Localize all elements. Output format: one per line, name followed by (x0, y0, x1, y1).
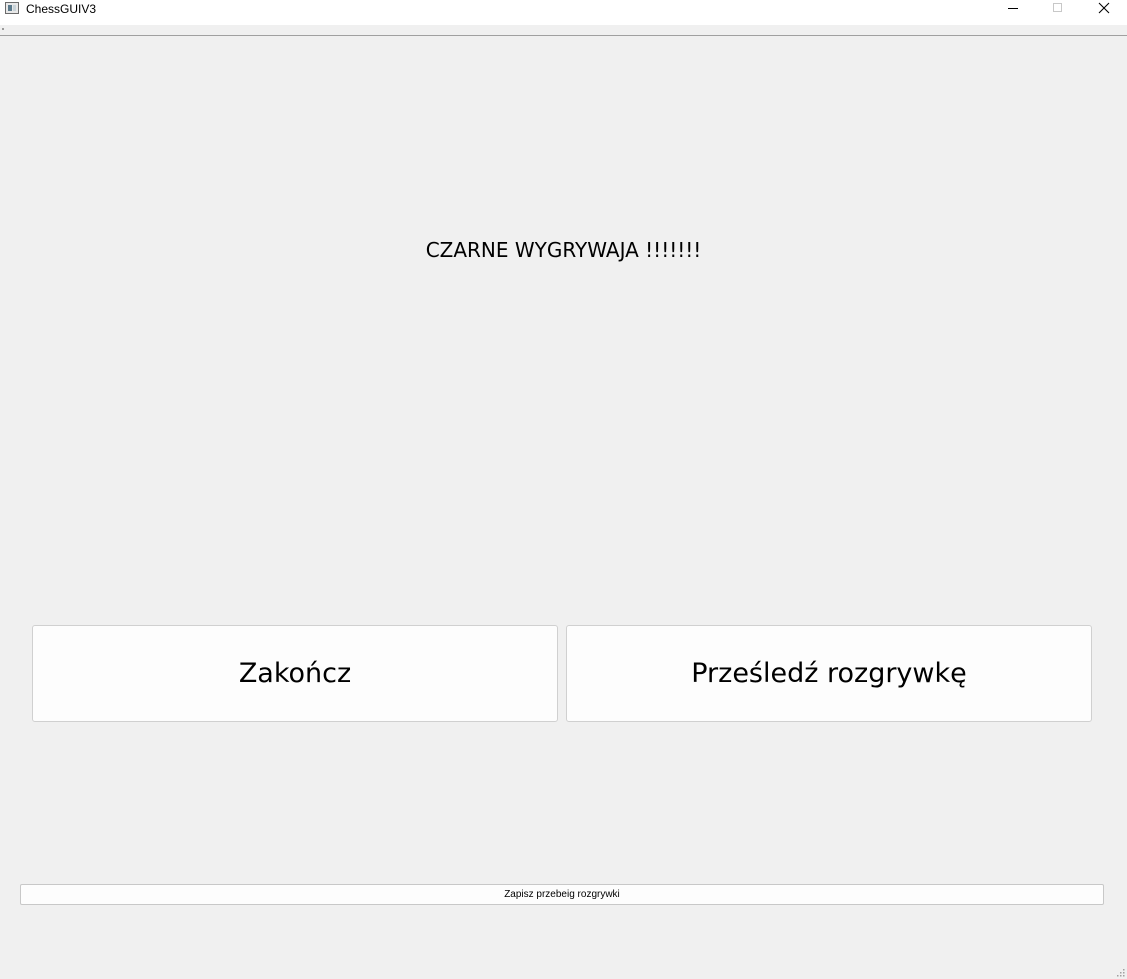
minimize-icon (1008, 8, 1018, 9)
replay-game-button[interactable]: Prześledź rozgrywkę (566, 625, 1092, 722)
maximize-icon (1053, 3, 1062, 12)
end-game-button[interactable]: Zakończ (32, 625, 558, 722)
menu-bar (0, 25, 1127, 36)
game-result-label: CZARNE WYGRYWAJA !!!!!!! (425, 238, 702, 262)
close-icon (1098, 2, 1110, 14)
window-title: ChessGUIV3 (26, 2, 97, 16)
app-window-icon (5, 2, 19, 14)
minimize-button[interactable] (990, 0, 1036, 25)
app-window: ChessGUIV3 CZARNE WYGRYWAJA !!!!!!! Zako… (0, 0, 1127, 979)
menu-grip (2, 28, 4, 30)
title-bar[interactable]: ChessGUIV3 (0, 0, 1127, 25)
maximize-button[interactable] (1035, 0, 1081, 25)
resize-grip-icon[interactable] (1115, 967, 1125, 977)
close-button[interactable] (1081, 0, 1127, 25)
save-game-record-button[interactable]: Zapisz przebeig rozgrywki (20, 884, 1104, 905)
